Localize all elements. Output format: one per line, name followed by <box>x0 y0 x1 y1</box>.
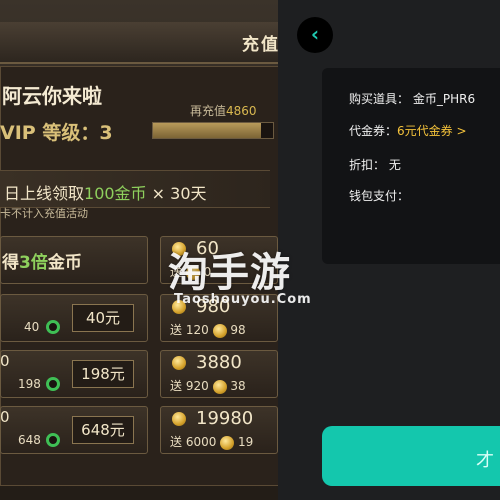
promo-highlight: 100金币 <box>84 184 147 203</box>
triple-text-a: 得 <box>2 253 19 273</box>
extra-amount: 19 <box>238 435 254 449</box>
wallet-pay-label: 钱包支付： <box>349 189 410 203</box>
price-button[interactable]: 648元 <box>72 416 134 444</box>
recharge-more-text: 再充值4860 <box>190 102 257 119</box>
purchase-item-label: 购买道具： <box>349 92 410 106</box>
coupon-label: 代金券： <box>349 124 398 138</box>
coupon-line[interactable]: 代金券：6元代金券 > <box>349 122 467 139</box>
vip-level-value: 3 <box>99 122 113 144</box>
coin-amount: 3880 <box>196 352 242 373</box>
green-ring-icon <box>46 433 60 447</box>
bonus-amount: 198 <box>18 377 41 391</box>
discount-line: 折扣： 无 <box>349 156 401 173</box>
gift-line: 送 920 38 <box>170 377 246 394</box>
greeting-text: 阿云你来啦 <box>2 84 102 108</box>
coin-icon <box>172 412 186 426</box>
recharge-more-amount: 4860 <box>226 104 257 118</box>
coin-icon <box>172 356 186 370</box>
left-number: 0 <box>0 352 10 370</box>
discount-label: 折扣： <box>349 158 386 172</box>
coin-icon <box>212 379 227 394</box>
price-button[interactable]: 198元 <box>72 360 134 388</box>
gift-line: 送 6000 19 <box>170 433 253 450</box>
triple-highlight: 3倍 <box>19 253 48 273</box>
gift-label: 送 <box>170 435 183 449</box>
promo-text-b: × 30天 <box>146 184 207 203</box>
purchase-item-line: 购买道具： 金币_PHR6 <box>349 90 475 107</box>
extra-amount: 98 <box>230 323 246 337</box>
coin-icon <box>212 323 227 338</box>
gift-label: 送 <box>170 379 183 393</box>
price-button[interactable]: 40元 <box>72 304 134 332</box>
gift-amount: 920 <box>185 379 209 393</box>
vip-level: VIP 等级：3 <box>0 118 113 145</box>
gift-amount: 120 <box>185 323 209 337</box>
green-ring-icon <box>46 320 60 334</box>
discount-value: 无 <box>388 158 401 172</box>
promo-note: 卡不计入充值活动 <box>0 207 88 220</box>
coin-icon <box>220 435 235 450</box>
recharge-more-prefix: 再充值 <box>190 104 227 118</box>
gift-label: 送 <box>170 323 183 337</box>
watermark-url: Taoshouyou.Com <box>174 292 312 307</box>
pay-button-label: 才 <box>476 450 494 471</box>
left-number: 0 <box>0 408 10 426</box>
vip-label: VIP 等级： <box>0 122 100 144</box>
triple-coin-offer-text: 得3倍金币 <box>2 248 82 273</box>
coin-amount: 19980 <box>196 408 254 429</box>
back-button[interactable]: ‹ <box>297 17 333 53</box>
purchase-item-value: 金币_PHR6 <box>412 92 476 106</box>
promo-text-a: 日上线领取 <box>4 184 85 203</box>
game-title: 充值 <box>242 35 280 55</box>
green-ring-icon <box>46 377 60 391</box>
vip-progress-bar <box>152 122 274 139</box>
vip-progress-fill <box>153 123 261 138</box>
gift-line: 送 120 98 <box>170 321 246 338</box>
chevron-left-icon: ‹ <box>310 22 320 46</box>
bonus-amount: 648 <box>18 433 41 447</box>
extra-amount: 38 <box>230 379 246 393</box>
coupon-value[interactable]: 6元代金券 > <box>397 124 467 138</box>
promo-text: 日上线领取100金币 × 30天 <box>4 180 207 204</box>
triple-text-b: 金币 <box>47 253 82 273</box>
bonus-amount: 40 <box>24 320 40 334</box>
gift-amount: 6000 <box>185 435 217 449</box>
pay-button[interactable]: 才 <box>322 426 500 486</box>
watermark-logo: 淘手游 <box>168 250 291 296</box>
wallet-pay-line: 钱包支付： <box>349 187 409 204</box>
